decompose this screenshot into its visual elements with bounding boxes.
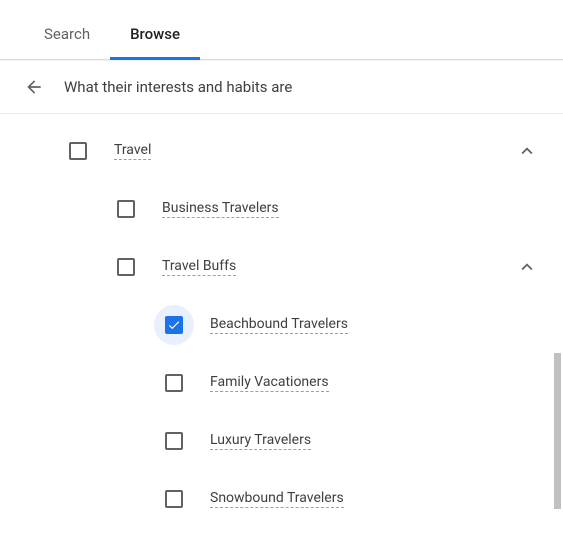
chevron-up-icon[interactable] (515, 139, 539, 163)
checkbox-wrap[interactable] (154, 479, 194, 519)
tree-row-luxury-travelers: Luxury Travelers (58, 412, 543, 470)
tree-row-snowbound-travelers: Snowbound Travelers (58, 470, 543, 528)
chevron-up-icon[interactable] (515, 255, 539, 279)
checkbox-wrap[interactable] (154, 421, 194, 461)
tree-row-family-vacationers: Family Vacationers (58, 354, 543, 412)
checkbox-wrap[interactable] (154, 363, 194, 403)
checkbox[interactable] (117, 200, 135, 218)
checkbox[interactable] (69, 142, 87, 160)
checkbox[interactable] (165, 316, 183, 334)
tree-label[interactable]: Travel Buffs (162, 258, 236, 276)
header: What their interests and habits are (0, 60, 563, 114)
tree-row-travel: Travel (58, 122, 543, 180)
breadcrumb-title: What their interests and habits are (64, 78, 292, 96)
tab-browse[interactable]: Browse (110, 9, 200, 59)
tree-label[interactable]: Business Travelers (162, 200, 279, 218)
tree-row-travel-buffs: Travel Buffs (58, 238, 543, 296)
checkbox-wrap[interactable] (106, 247, 146, 287)
checkbox[interactable] (165, 374, 183, 392)
scrollbar-thumb[interactable] (554, 353, 561, 509)
tree-row-business-travelers: Business Travelers (58, 180, 543, 238)
checkbox[interactable] (165, 432, 183, 450)
tab-search[interactable]: Search (24, 9, 110, 59)
tree-label[interactable]: Family Vacationers (210, 374, 329, 392)
tabs: Search Browse (0, 0, 563, 60)
checkbox[interactable] (165, 490, 183, 508)
tree-label[interactable]: Luxury Travelers (210, 432, 311, 450)
tree-label[interactable]: Snowbound Travelers (210, 490, 344, 508)
checkbox[interactable] (117, 258, 135, 276)
checkbox-wrap[interactable] (106, 189, 146, 229)
checkbox-wrap[interactable] (58, 131, 98, 171)
back-arrow-icon[interactable] (24, 77, 44, 97)
tree: Travel Business Travelers Travel Buffs (0, 114, 563, 528)
tree-label[interactable]: Beachbound Travelers (210, 316, 348, 334)
tree-row-beachbound-travelers: Beachbound Travelers (58, 296, 543, 354)
checkbox-wrap[interactable] (154, 305, 194, 345)
tree-label[interactable]: Travel (114, 142, 151, 160)
